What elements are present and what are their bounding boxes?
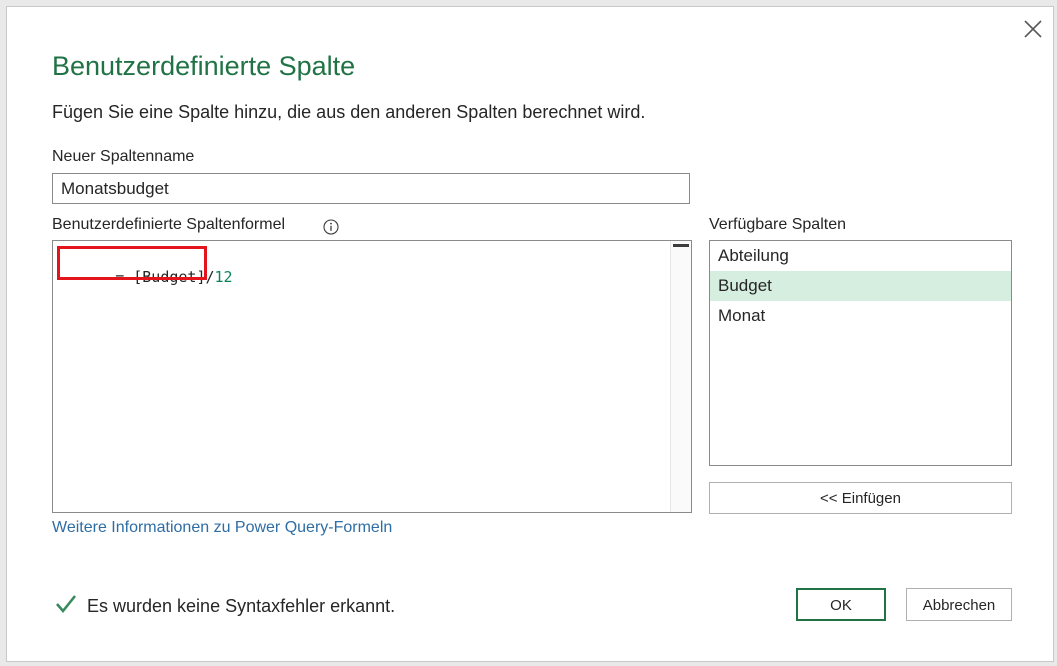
info-icon[interactable] [323,219,339,235]
formula-label: Benutzerdefinierte Spaltenformel [52,216,286,233]
available-columns-label: Verfügbare Spalten [709,216,846,233]
custom-column-dialog: Benutzerdefinierte Spalte Fügen Sie eine… [6,6,1054,662]
syntax-status-text: Es wurden keine Syntaxfehler erkannt. [87,596,396,616]
column-name-label: Neuer Spaltenname [52,148,195,165]
dialog-subtitle: Fügen Sie eine Spalte hinzu, die aus den… [52,102,646,122]
list-item-budget[interactable]: Budget [710,271,1011,301]
list-item-monat[interactable]: Monat [710,301,1011,331]
formula-editor[interactable]: = [Budget]/12 [52,240,692,513]
ok-button[interactable]: OK [796,588,886,621]
scrollbar-thumb[interactable] [673,244,689,247]
formula-highlight-box [57,246,207,280]
help-link[interactable]: Weitere Informationen zu Power Query-For… [52,519,392,537]
dialog-title: Benutzerdefinierte Spalte [52,51,356,81]
close-icon[interactable] [1021,17,1045,41]
checkmark-icon [55,594,77,614]
cancel-button[interactable]: Abbrechen [906,588,1012,621]
formula-number: 12 [214,268,233,286]
formula-text[interactable]: = [Budget]/12 [57,246,233,322]
formula-scrollbar[interactable] [670,241,691,512]
column-name-input[interactable] [52,173,690,204]
available-columns-list[interactable]: Abteilung Budget Monat [709,240,1012,466]
list-item-abteilung[interactable]: Abteilung [710,241,1011,271]
insert-button[interactable]: << Einfügen [709,482,1012,514]
